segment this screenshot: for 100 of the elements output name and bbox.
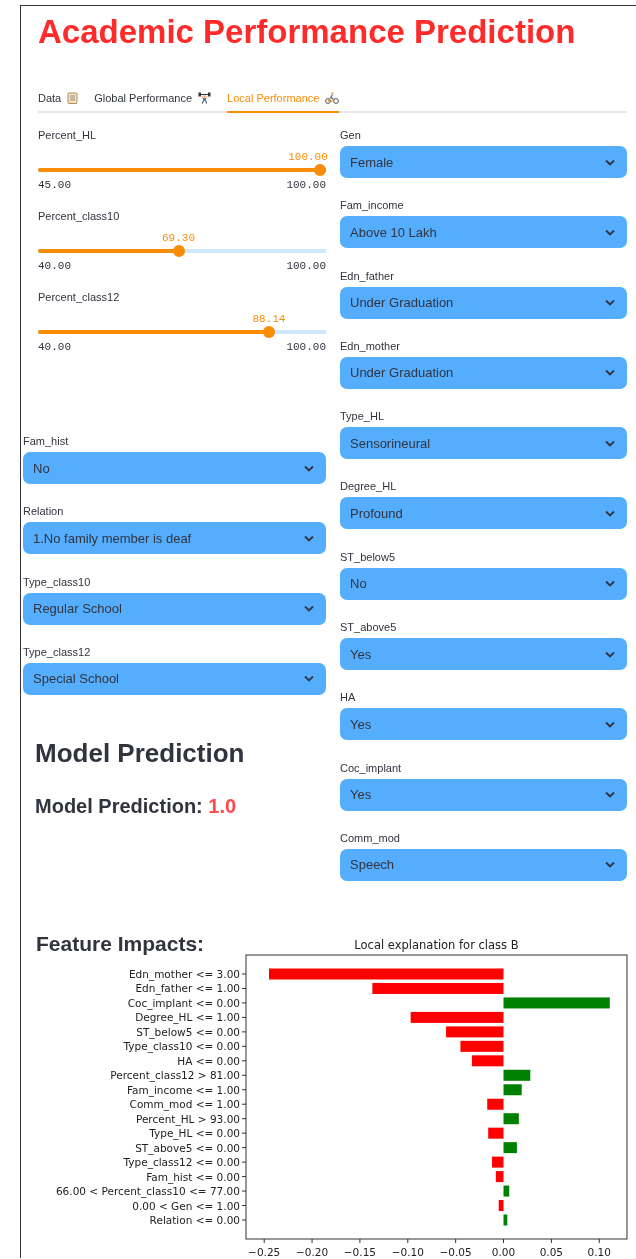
- slider-value: 69.30: [162, 232, 196, 244]
- select-label: Type_class10: [23, 575, 91, 588]
- dropdown[interactable]: Above 10 Lakh: [340, 216, 627, 249]
- tick-label: −0.20: [295, 1246, 329, 1259]
- tab[interactable]: Global Performance: [94, 92, 212, 113]
- slider-label: Percent_HL: [38, 129, 97, 141]
- chevron-down-icon: [605, 439, 615, 447]
- tick-label: −0.15: [343, 1246, 376, 1259]
- axis-label: ST_below5 <= 0.00: [136, 1026, 240, 1039]
- dropdown[interactable]: Special School: [23, 662, 326, 695]
- select-label: Fam_income: [340, 199, 404, 212]
- bar: [503, 1084, 522, 1096]
- tick-label: −0.05: [439, 1246, 472, 1259]
- bar: [503, 1142, 517, 1154]
- chevron-down-icon: [304, 605, 314, 613]
- tick-label: −0.10: [391, 1246, 424, 1259]
- dropdown[interactable]: No: [23, 452, 326, 484]
- dropdown[interactable]: Speech: [340, 848, 627, 881]
- select-label: Edn_father: [340, 269, 394, 282]
- tick-label: −0.25: [248, 1246, 281, 1259]
- bar: [460, 1041, 504, 1053]
- axis-label: Relation <= 0.00: [149, 1214, 240, 1227]
- slider-handle[interactable]: [262, 326, 275, 338]
- select-label: Coc_implant: [340, 761, 402, 774]
- axis-label: Comm_mod <= 1.00: [129, 1098, 240, 1111]
- tab[interactable]: Data: [38, 92, 79, 113]
- chevron-down-icon: [605, 158, 615, 166]
- bar: [503, 1185, 510, 1197]
- dropdown[interactable]: Under Graduation: [340, 286, 627, 319]
- axis-label: Edn_mother <= 3.00: [128, 968, 240, 981]
- axis-label: Type_class10 <= 0.00: [123, 1040, 240, 1053]
- cyclist-icon: [325, 92, 340, 104]
- chevron-down-icon: [605, 299, 615, 307]
- slider-handle[interactable]: [314, 164, 326, 176]
- section-heading: Feature Impacts:: [36, 932, 205, 957]
- dropdown[interactable]: Sensorineural: [340, 427, 627, 460]
- chevron-down-icon: [304, 464, 314, 472]
- prediction-result: Model Prediction: 1.0: [35, 795, 237, 819]
- axis-label: Fam_income <= 1.00: [126, 1084, 240, 1097]
- select-label: Type_HL: [340, 410, 385, 423]
- slider-max: 100.00: [286, 260, 326, 272]
- chevron-down-icon: [304, 534, 314, 542]
- select-label: ST_above5: [340, 621, 397, 634]
- slider-value: 100.00: [288, 151, 328, 163]
- chevron-down-icon: [304, 675, 314, 683]
- tick-label: 0.05: [539, 1246, 564, 1259]
- dropdown[interactable]: Profound: [340, 497, 627, 530]
- dropdown[interactable]: Yes: [340, 708, 627, 741]
- tick-label: 0.00: [491, 1246, 516, 1259]
- axis-label: Type_class12 <= 0.00: [123, 1156, 240, 1169]
- select-label: Comm_mod: [340, 831, 400, 844]
- select-label: Relation: [23, 505, 64, 518]
- bar: [503, 1113, 519, 1125]
- dropdown[interactable]: Yes: [340, 778, 627, 811]
- axis-label: 0.00 < Gen <= 1.00: [132, 1199, 240, 1212]
- slider-label: Percent_class10: [38, 210, 120, 222]
- bar: [495, 1171, 504, 1183]
- chevron-down-icon: [605, 228, 615, 236]
- slider-min: 40.00: [38, 260, 71, 272]
- clipboard-icon: [67, 92, 79, 104]
- dropdown[interactable]: Yes: [340, 638, 627, 671]
- dropdown[interactable]: No: [340, 567, 627, 600]
- slider-label: Percent_class12: [38, 291, 120, 303]
- select-label: Edn_mother: [340, 339, 400, 352]
- axis-label: Percent_class12 > 81.00: [110, 1069, 240, 1082]
- tick-label: 0.10: [587, 1246, 611, 1259]
- dropdown[interactable]: Under Graduation: [340, 356, 627, 389]
- slider-max: 100.00: [286, 179, 326, 191]
- chevron-down-icon: [605, 510, 615, 517]
- bar: [498, 1200, 504, 1212]
- slider-min: 40.00: [38, 341, 71, 353]
- select-label: Type_class12: [23, 645, 91, 658]
- slider-max: 100.00: [286, 341, 326, 353]
- axis-label: Percent_HL > 93.00: [135, 1112, 240, 1125]
- bar: [492, 1156, 504, 1168]
- slider-value: 88.14: [252, 313, 286, 325]
- bar: [446, 1026, 504, 1038]
- select-label: HA: [340, 691, 356, 704]
- axis-label: 66.00 < Percent_class10 <= 77.00: [55, 1185, 240, 1198]
- section-heading: Model Prediction: [35, 738, 245, 770]
- dropdown[interactable]: Female: [340, 146, 627, 178]
- axis-label: Edn_father <= 1.00: [135, 982, 240, 995]
- select-label: ST_below5: [340, 550, 396, 563]
- dropdown[interactable]: 1.No family member is deaf: [23, 522, 326, 555]
- bar: [487, 1099, 504, 1110]
- bar: [488, 1127, 504, 1139]
- chevron-down-icon: [605, 650, 615, 658]
- chart-title: Local explanation for class B: [354, 938, 519, 953]
- slider-handle[interactable]: [172, 245, 185, 257]
- chevron-down-icon: [605, 791, 615, 799]
- chevron-down-icon: [605, 580, 615, 588]
- axis-label: HA <= 0.00: [177, 1055, 240, 1068]
- bar: [471, 1055, 504, 1067]
- select-label: Gen: [340, 129, 361, 141]
- axis-label: Coc_implant <= 0.00: [127, 997, 240, 1010]
- dropdown[interactable]: Regular School: [23, 592, 326, 625]
- axis-label: Type_HL <= 0.00: [149, 1127, 240, 1140]
- bar: [503, 1214, 508, 1226]
- chevron-down-icon: [605, 720, 615, 728]
- chevron-down-icon: [605, 861, 615, 869]
